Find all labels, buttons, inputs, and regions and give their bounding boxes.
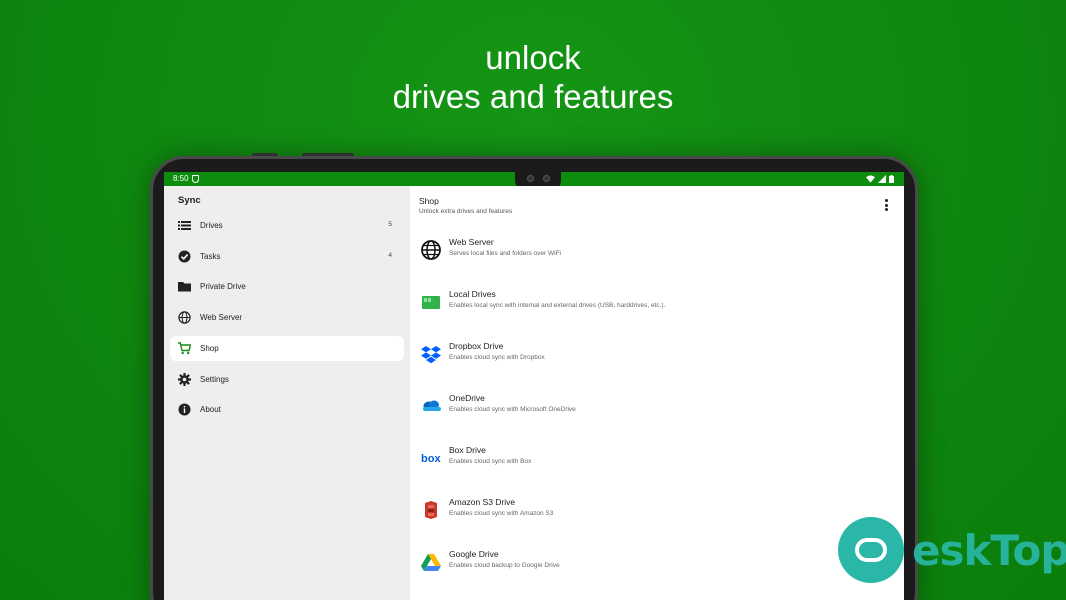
list-icon (178, 221, 191, 230)
sidebar-item-tasks[interactable]: Tasks 4 (170, 244, 404, 269)
shop-item-description: Enables cloud sync with Box (449, 458, 532, 465)
shop-item-title: Web Server (449, 237, 494, 247)
shop-item-description: Enables cloud sync with Dropbox (449, 354, 545, 361)
sidebar-item-label: Shop (200, 344, 219, 353)
info-icon (178, 403, 191, 416)
shop-item-description: Enables local sync with internal and ext… (449, 302, 666, 309)
sidebar: Sync Drives 5 Tasks 4 Private Drive Web … (164, 186, 410, 600)
google-drive-icon (421, 554, 441, 571)
device-screen: 8:50 Sync Drives 5 Tasks 4 Private Drive… (164, 172, 904, 600)
headline-line-1: unlock (485, 39, 581, 76)
shop-panel: Shop Unlock extra drives and features We… (410, 186, 904, 600)
more-options-button[interactable] (882, 199, 890, 213)
shop-item-description: Serves local files and folders over WiFi (449, 250, 561, 257)
shop-item-title: Dropbox Drive (449, 341, 504, 351)
amazon-s3-icon (425, 501, 437, 519)
onedrive-icon (423, 400, 441, 411)
sidebar-item-shop[interactable]: Shop (170, 336, 404, 361)
shop-item-description: Enables cloud sync with Microsoft OneDri… (449, 406, 576, 413)
wifi-icon (866, 175, 875, 183)
sidebar-item-drives[interactable]: Drives 5 (170, 213, 404, 238)
box-icon: box (421, 453, 441, 465)
gear-icon (178, 373, 191, 386)
sidebar-item-private-drive[interactable]: Private Drive (170, 274, 404, 299)
watermark-logo-icon (838, 517, 904, 583)
watermark-text: eskTop (912, 526, 1066, 575)
shop-item-dropbox-drive[interactable]: Dropbox Drive Enables cloud sync with Dr… (410, 339, 904, 379)
shop-item-title: Local Drives (449, 289, 496, 299)
check-circle-icon (178, 250, 191, 263)
shop-item-title: Google Drive (449, 549, 499, 559)
status-icons (866, 175, 894, 183)
sidebar-item-count: 5 (388, 221, 392, 228)
shop-item-title: Amazon S3 Drive (449, 497, 516, 507)
sidebar-item-count: 4 (388, 252, 392, 259)
headline-line-2: drives and features (392, 78, 674, 115)
watermark: eskTop (838, 517, 1066, 583)
signal-icon (878, 175, 886, 183)
shop-item-local-drives[interactable]: Local Drives Enables local sync with int… (410, 287, 904, 327)
shop-item-description: Enables cloud backup to Google Drive (449, 562, 560, 569)
cart-icon (178, 342, 191, 355)
shop-item-box-drive[interactable]: box Box Drive Enables cloud sync with Bo… (410, 443, 904, 483)
shop-item-title: Box Drive (449, 445, 486, 455)
svg-text:box: box (421, 453, 441, 465)
globe-icon (421, 240, 441, 260)
shop-item-amazon-s3-drive[interactable]: Amazon S3 Drive Enables cloud sync with … (410, 495, 904, 535)
sidebar-item-label: Settings (200, 375, 229, 384)
sidebar-item-label: Drives (200, 221, 223, 230)
sidebar-item-web-server[interactable]: Web Server (170, 305, 404, 330)
sidebar-item-label: About (200, 405, 221, 414)
sd-card-icon (422, 296, 440, 309)
promo-headline: unlock drives and features (0, 38, 1066, 116)
sensor-icon (543, 175, 550, 182)
page-subtitle: Unlock extra drives and features (419, 208, 513, 215)
sidebar-item-label: Private Drive (200, 282, 246, 291)
page-title: Shop (419, 196, 439, 206)
sidebar-item-label: Web Server (200, 313, 243, 322)
shop-item-google-drive[interactable]: Google Drive Enables cloud backup to Goo… (410, 547, 904, 587)
shop-item-onedrive[interactable]: OneDrive Enables cloud sync with Microso… (410, 391, 904, 431)
sidebar-item-label: Tasks (200, 252, 221, 261)
camera-icon (527, 175, 534, 182)
app-title: Sync (178, 195, 201, 206)
globe-icon (178, 311, 191, 324)
shop-item-web-server[interactable]: Web Server Serves local files and folder… (410, 235, 904, 275)
shop-item-description: Enables cloud sync with Amazon S3 (449, 510, 554, 517)
status-time: 8:50 (173, 174, 189, 183)
sidebar-item-settings[interactable]: Settings (170, 367, 404, 392)
shield-icon (192, 175, 199, 183)
sidebar-item-about[interactable]: About (170, 397, 404, 422)
battery-icon (889, 175, 894, 183)
dropbox-icon (421, 346, 441, 364)
folder-icon (178, 282, 191, 292)
shop-item-title: OneDrive (449, 393, 485, 403)
